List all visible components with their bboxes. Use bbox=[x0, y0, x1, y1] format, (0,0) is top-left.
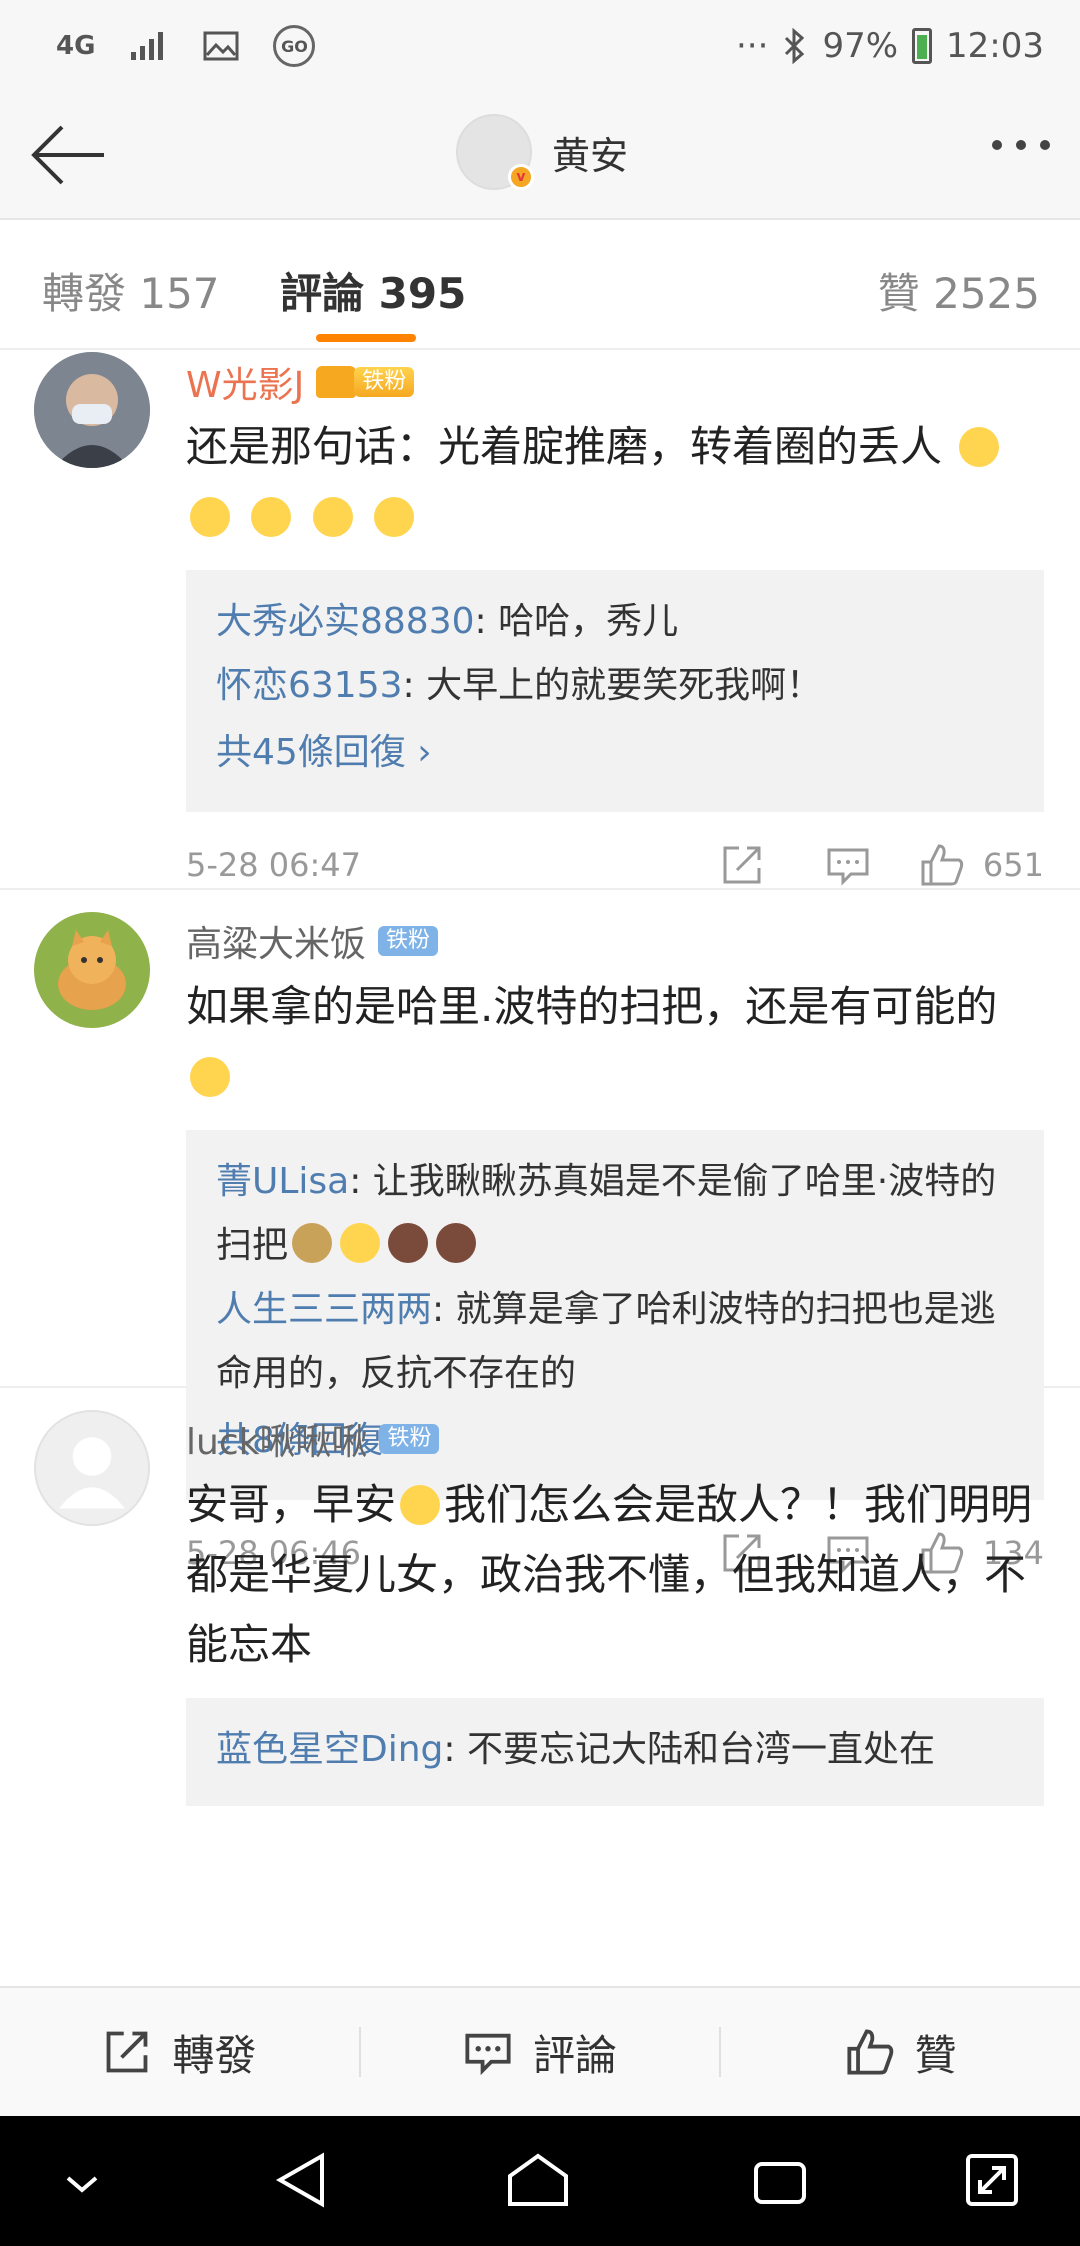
bluetooth-icon bbox=[785, 28, 805, 64]
fan-badge: 铁粉 bbox=[378, 926, 439, 956]
more-status-dots: ··· bbox=[736, 26, 769, 66]
reply-item: 菁ULisa: 让我瞅瞅苏真娼是不是偷了哈里·波特的扫把 bbox=[216, 1150, 1014, 1278]
emoji-icon bbox=[312, 497, 353, 537]
thinking-emoji-icon bbox=[340, 1223, 381, 1263]
comment-text-content: 如果拿的是哈里.波特的扫把，还是有可能的 bbox=[186, 982, 998, 1031]
broom-emoji-icon bbox=[292, 1223, 333, 1263]
emoji-icon bbox=[190, 1057, 230, 1097]
active-tab-indicator bbox=[316, 334, 416, 342]
view-all-replies-link[interactable]: 共45條回復 › bbox=[216, 718, 1014, 788]
page-title: 黄安 bbox=[552, 133, 629, 178]
reply-author[interactable]: 怀恋63153 bbox=[216, 665, 403, 706]
comment-author[interactable]: luck啾啾啾 bbox=[186, 1413, 367, 1465]
reply-text: : 大早上的就要笑死我啊！ bbox=[402, 665, 823, 706]
repost-label: 轉發 bbox=[172, 2030, 257, 2080]
emoji-icon bbox=[959, 427, 1000, 467]
thumb-up-icon bbox=[921, 844, 964, 886]
comment-text: 安哥，早安 我们怎么会是敌人？！我们明明都是华夏儿女，政治我不懂，但我知道人，不能… bbox=[186, 1470, 1044, 1680]
reply-text: : 哈哈，秀儿 bbox=[474, 601, 679, 642]
fan-badge: 铁粉 bbox=[354, 367, 415, 397]
comment-list: W光影J 铁粉 还是那句话：光着腚推磨，转着圈的丢人 大秀必实88830: 哈哈… bbox=[0, 350, 1080, 1986]
expand-icon[interactable] bbox=[964, 2152, 1020, 2208]
image-icon bbox=[203, 31, 239, 61]
more-options-icon[interactable] bbox=[992, 140, 1050, 150]
bottom-action-bar: 轉發 評論 贊 bbox=[0, 1986, 1080, 2116]
clock: 12:03 bbox=[946, 26, 1044, 66]
replies-box[interactable]: 大秀必实88830: 哈哈，秀儿 怀恋63153: 大早上的就要笑死我啊！ 共4… bbox=[186, 570, 1044, 812]
fan-badge: 铁粉 bbox=[379, 1424, 440, 1454]
reply-author[interactable]: 菁ULisa bbox=[216, 1161, 349, 1202]
like-label: 贊 bbox=[914, 2030, 957, 2080]
back-icon[interactable] bbox=[274, 2152, 328, 2208]
crown-icon bbox=[316, 366, 357, 398]
battery-icon bbox=[912, 28, 933, 64]
reply-item: 大秀必实88830: 哈哈，秀儿 bbox=[216, 590, 1014, 654]
comment-label: 評論 bbox=[533, 2030, 618, 2080]
replies-box[interactable]: 蓝色星空Ding: 不要忘记大陆和台湾一直处在 bbox=[186, 1698, 1044, 1806]
tab-bar: 轉發 157 評論 395 贊 2525 bbox=[0, 218, 1080, 350]
comment-time: 5-28 06:47 bbox=[186, 846, 362, 884]
comment-text-content: 安哥，早安 bbox=[186, 1480, 397, 1529]
avatar[interactable] bbox=[34, 912, 150, 1028]
home-icon[interactable] bbox=[506, 2152, 570, 2208]
share-icon[interactable] bbox=[719, 842, 765, 888]
face-emoji-icon bbox=[436, 1223, 477, 1263]
comment-text-content: 还是那句话：光着腚推磨，转着圈的丢人 bbox=[186, 422, 943, 471]
profile-header[interactable]: v 黄安 bbox=[456, 114, 628, 190]
comment-author[interactable]: 高粱大米饭 bbox=[186, 915, 366, 967]
tab-likes[interactable]: 贊 2525 bbox=[878, 260, 1040, 321]
like-button[interactable]: 651 bbox=[919, 842, 1044, 888]
comment-text: 如果拿的是哈里.波特的扫把，还是有可能的 bbox=[186, 972, 1044, 1112]
avatar[interactable]: v bbox=[456, 114, 534, 190]
reply-author[interactable]: 大秀必实88830 bbox=[216, 601, 475, 642]
comment-button[interactable]: 評論 bbox=[361, 2022, 720, 2083]
tab-reposts[interactable]: 轉發 157 bbox=[42, 260, 220, 321]
comment-icon bbox=[465, 2033, 511, 2076]
status-bar: 4G GO ··· 97% 12:03 bbox=[0, 0, 1080, 92]
tab-comments[interactable]: 評論 395 bbox=[280, 260, 466, 321]
comment-item: 高粱大米饭 铁粉 如果拿的是哈里.波特的扫把，还是有可能的 菁ULisa: 让我… bbox=[0, 890, 1080, 1574]
like-button[interactable]: 贊 bbox=[721, 2022, 1080, 2083]
smile-emoji-icon bbox=[400, 1485, 441, 1525]
repost-button[interactable]: 轉發 bbox=[0, 2022, 359, 2083]
avatar[interactable] bbox=[34, 1410, 150, 1526]
comment-author[interactable]: W光影J bbox=[186, 356, 304, 408]
avatar[interactable] bbox=[34, 352, 150, 468]
share-icon bbox=[106, 2031, 148, 2073]
emoji-icon bbox=[374, 497, 415, 537]
comment-icon[interactable] bbox=[825, 842, 871, 888]
like-count: 651 bbox=[982, 846, 1044, 884]
nav-bar: v 黄安 bbox=[0, 92, 1080, 218]
reply-item: 蓝色星空Ding: 不要忘记大陆和台湾一直处在 bbox=[216, 1718, 1014, 1782]
emoji-icon bbox=[251, 497, 292, 537]
signal-icon bbox=[131, 32, 164, 60]
emoji-icon bbox=[190, 497, 230, 537]
reply-item: 怀恋63153: 大早上的就要笑死我啊！ bbox=[216, 654, 1014, 718]
system-navigation-bar bbox=[0, 2116, 1080, 2246]
comment-item: W光影J 铁粉 还是那句话：光着腚推磨，转着圈的丢人 大秀必实88830: 哈哈… bbox=[0, 350, 1080, 890]
comment-item: luck啾啾啾 铁粉 安哥，早安 我们怎么会是敌人？！我们明明都是华夏儿女，政治我… bbox=[0, 1388, 1080, 1986]
reply-author[interactable]: 人生三三两两 bbox=[216, 1289, 432, 1330]
reply-item: 人生三三两两: 就算是拿了哈利波特的扫把也是逃命用的，反抗不存在的 bbox=[216, 1278, 1014, 1406]
face-emoji-icon bbox=[388, 1223, 429, 1263]
reply-text: : 不要忘记大陆和台湾一直处在 bbox=[443, 1729, 935, 1770]
chevron-down-icon[interactable] bbox=[62, 2162, 102, 2202]
go-icon: GO bbox=[273, 25, 316, 67]
back-arrow-icon[interactable] bbox=[28, 122, 108, 188]
verified-badge: v bbox=[508, 164, 534, 190]
battery-percent: 97% bbox=[822, 26, 899, 66]
recent-apps-icon[interactable] bbox=[752, 2156, 808, 2206]
network-type: 4G bbox=[56, 31, 96, 61]
thumb-up-icon bbox=[847, 2029, 893, 2075]
comment-text: 还是那句话：光着腚推磨，转着圈的丢人 bbox=[186, 412, 1044, 552]
reply-author[interactable]: 蓝色星空Ding bbox=[216, 1729, 443, 1770]
